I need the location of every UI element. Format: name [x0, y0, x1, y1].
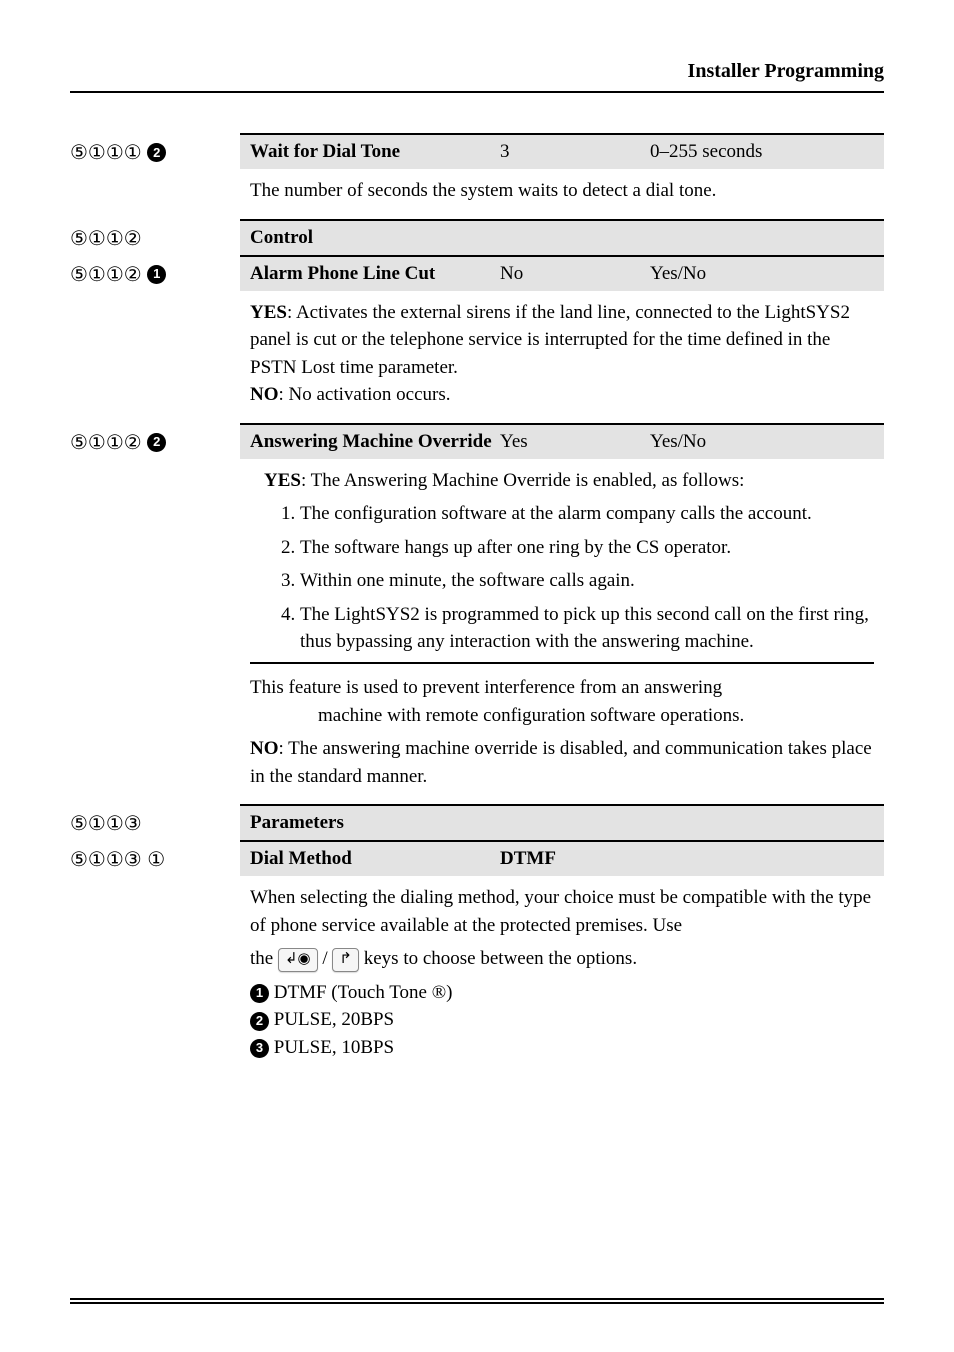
- param-dial-default: DTMF: [500, 848, 650, 870]
- footer-rule: [70, 1298, 884, 1304]
- list-item: 2 PULSE, 20BPS: [250, 1006, 874, 1034]
- param-amo-title: Answering Machine Override: [250, 431, 500, 453]
- section-control: Control: [240, 219, 884, 255]
- solid-2b-icon: 2: [147, 433, 166, 452]
- param-dial-title: Dial Method: [250, 848, 500, 870]
- list-item: The LightSYS2 is programmed to pick up t…: [300, 601, 874, 656]
- section-parameters: Parameters: [240, 804, 884, 840]
- param-dial-range: [650, 848, 874, 870]
- param-amo-default: Yes: [500, 431, 650, 453]
- param-wait-dial-title: Wait for Dial Tone: [250, 141, 500, 163]
- list-item: The configuration software at the alarm …: [300, 500, 874, 528]
- param-wait-dial-default: 3: [500, 141, 650, 163]
- param-alarm-cut-desc: YES: Activates the external sirens if th…: [240, 291, 884, 423]
- list-item: The software hangs up after one ring by …: [300, 534, 874, 562]
- enter-key-icon: ↲◉: [278, 948, 318, 972]
- bullet-3-icon: 3: [250, 1039, 269, 1058]
- list-item: 1 DTMF (Touch Tone ®): [250, 979, 874, 1007]
- page-header: Installer Programming: [70, 60, 884, 93]
- param-alarm-cut-title: Alarm Phone Line Cut: [250, 263, 500, 285]
- param-dial-desc: When selecting the dialing method, your …: [240, 876, 884, 1075]
- code-5113-1: ⑤①①③ ①: [70, 840, 240, 873]
- param-alarm-cut-range: Yes/No: [650, 263, 874, 285]
- param-wait-dial-desc: The number of seconds the system waits t…: [240, 169, 884, 219]
- param-alarm-cut-default: No: [500, 263, 650, 285]
- bullet-2-icon: 2: [250, 1012, 269, 1031]
- code-5112-1: ⑤①①② 1: [70, 255, 240, 288]
- bullet-1-icon: 1: [250, 984, 269, 1003]
- solid-1-icon: 1: [147, 265, 166, 284]
- param-wait-dial-range: 0–255 seconds: [650, 141, 874, 163]
- separator: [250, 662, 874, 664]
- amo-steps: The configuration software at the alarm …: [264, 500, 874, 656]
- list-item: 3 PULSE, 10BPS: [250, 1034, 874, 1062]
- param-amo-desc: YES: The Answering Machine Override is e…: [240, 459, 884, 804]
- code-5111-2: ⑤①①① 2: [70, 133, 240, 166]
- code-5113: ⑤①①③: [70, 804, 240, 837]
- list-item: Within one minute, the software calls ag…: [300, 567, 874, 595]
- code-5112-2: ⑤①①② 2: [70, 423, 240, 456]
- code-5112: ⑤①①②: [70, 219, 240, 252]
- param-amo-range: Yes/No: [650, 431, 874, 453]
- arrow-key-icon: ↱: [332, 948, 359, 972]
- solid-2-icon: 2: [147, 143, 166, 162]
